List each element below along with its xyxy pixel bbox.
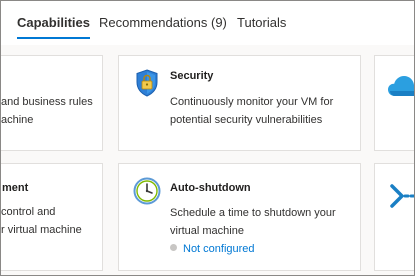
partial-card-top-left[interactable]: and business rules achine: [1, 55, 103, 151]
partial-card-bottom-left[interactable]: ment control and r virtual machine: [1, 163, 103, 271]
tab-capabilities[interactable]: Capabilities: [17, 15, 90, 39]
status-link[interactable]: Not configured: [170, 243, 255, 255]
capabilities-panel: Capabilities Recommendations (9) Tutoria…: [0, 0, 415, 276]
tab-recommendations[interactable]: Recommendations (9): [99, 15, 227, 30]
capabilities-grid: and business rules achine Security Conti…: [1, 45, 414, 275]
card-title: Security: [170, 70, 214, 82]
card-description: control and r virtual machine: [1, 206, 82, 236]
status-text: Not configured: [183, 243, 255, 255]
security-card[interactable]: Security Continuously monitor your VM fo…: [118, 55, 361, 151]
auto-shutdown-card[interactable]: Auto-shutdown Schedule a time to shutdow…: [118, 163, 361, 271]
card-description: Continuously monitor your VM for potenti…: [170, 96, 334, 126]
connect-icon: [389, 182, 414, 215]
cloud-icon: [387, 74, 414, 103]
status-dot-icon: [170, 244, 177, 251]
clock-icon: [133, 177, 161, 210]
partial-card-bottom-right[interactable]: [374, 163, 414, 271]
shield-icon: [135, 69, 159, 102]
card-title: ment: [2, 182, 29, 194]
card-description: Schedule a time to shutdown your virtual…: [170, 207, 336, 237]
card-title: Auto-shutdown: [170, 182, 251, 194]
card-description: and business rules achine: [1, 96, 93, 126]
partial-card-top-right[interactable]: [374, 55, 414, 151]
tab-bar: Capabilities Recommendations (9) Tutoria…: [1, 1, 414, 45]
tab-tutorials[interactable]: Tutorials: [237, 15, 286, 30]
